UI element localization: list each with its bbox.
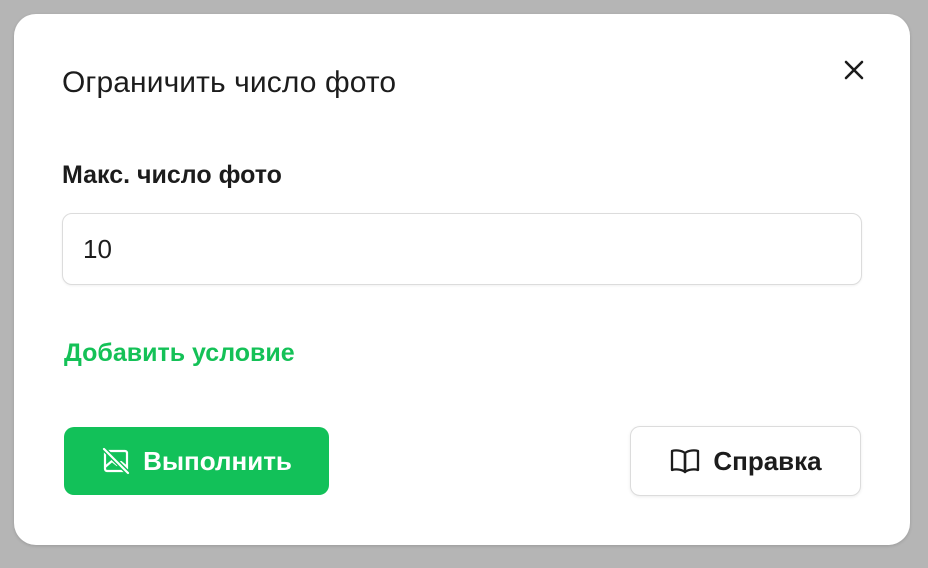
close-button[interactable] bbox=[840, 56, 868, 84]
help-button-label: Справка bbox=[713, 445, 822, 476]
no-image-icon bbox=[101, 446, 131, 476]
dialog: Ограничить число фото Макс. число фото Д… bbox=[14, 14, 910, 545]
add-condition-link[interactable]: Добавить условие bbox=[64, 339, 295, 368]
help-button[interactable]: Справка bbox=[630, 426, 861, 496]
execute-button-label: Выполнить bbox=[143, 445, 292, 476]
close-icon bbox=[844, 60, 864, 80]
max-photos-label: Макс. число фото bbox=[62, 161, 282, 189]
execute-button[interactable]: Выполнить bbox=[64, 427, 329, 495]
dialog-title: Ограничить число фото bbox=[62, 66, 397, 99]
max-photos-input[interactable] bbox=[62, 213, 862, 285]
book-icon bbox=[669, 447, 701, 475]
